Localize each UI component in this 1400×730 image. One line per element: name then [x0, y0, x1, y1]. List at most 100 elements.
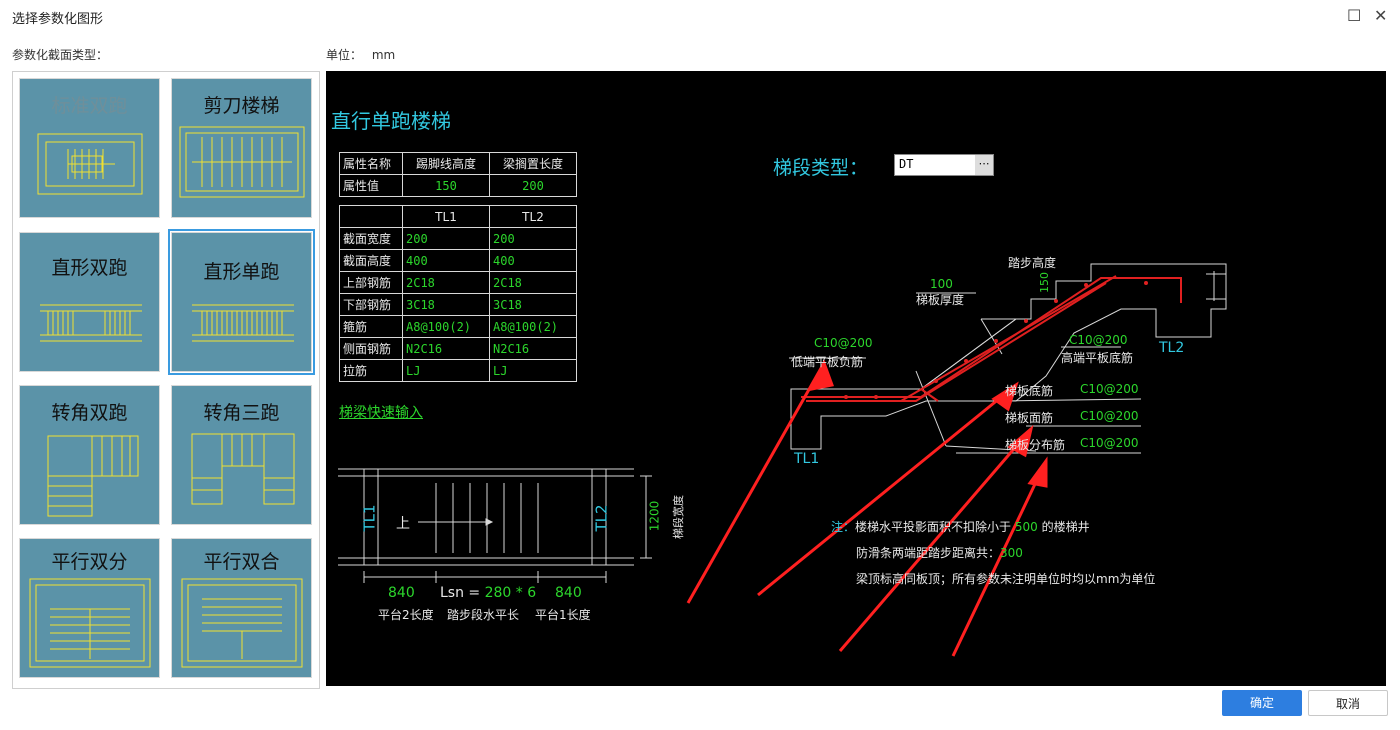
parallel-merge-icon — [181, 578, 303, 668]
note-prefix: 注： — [831, 520, 856, 534]
tile-straight-single-run[interactable]: 直形单跑 — [168, 229, 315, 375]
plan-label-right: 平台1长度 — [535, 608, 591, 622]
beam-cell-tl2[interactable]: 3C18 — [489, 293, 577, 316]
high-rebar-label: 高端平板底筋 — [1061, 351, 1134, 365]
shape-gallery: 标准双跑 剪刀楼梯 直形双跑 直形单跑 转角双跑 转角三跑 平行双分 平行双合 — [12, 71, 320, 689]
attr-table: 属性名称 踢脚线高度 梁搁置长度 属性值 150 200 — [339, 152, 577, 197]
close-icon[interactable]: ✕ — [1374, 6, 1387, 25]
attr-header-name: 属性名称 — [339, 152, 403, 175]
maximize-icon[interactable]: ☐ — [1347, 6, 1361, 25]
note-line1-b: 的楼梯井 — [1041, 520, 1090, 534]
beam-row-label: 侧面钢筋 — [339, 337, 403, 360]
ellipsis-icon[interactable]: ⋯ — [975, 155, 993, 175]
plan-width-value[interactable]: 1200 — [647, 501, 661, 532]
note-line2-value[interactable]: 300 — [1000, 546, 1023, 560]
thickness-label: 梯板厚度 — [916, 293, 965, 307]
attr-header-beam: 梁搁置长度 — [489, 152, 577, 175]
plan-label-mid: 踏步段水平长 — [447, 608, 520, 622]
window-title: 选择参数化图形 — [12, 12, 104, 27]
plan-dim-right[interactable]: 840 — [555, 585, 582, 601]
straight-single-run-icon — [192, 304, 294, 342]
beam-row-label: 拉筋 — [339, 359, 403, 382]
corner-double-run-icon — [47, 435, 139, 517]
cancel-button[interactable]: 取消 — [1308, 690, 1388, 716]
dist-bar-value[interactable]: C10@200 — [1080, 436, 1139, 450]
tile-parallel-split[interactable]: 平行双分 — [19, 538, 160, 678]
plan-dim-left[interactable]: 840 — [388, 585, 415, 601]
tile-corner-triple-run[interactable]: 转角三跑 — [171, 385, 312, 525]
beam-cell-tl2[interactable]: LJ — [489, 359, 577, 382]
tile-corner-double-run[interactable]: 转角双跑 — [19, 385, 160, 525]
dist-bar-label: 梯板分布筋 — [1005, 438, 1066, 452]
low-rebar-value[interactable]: C10@200 — [814, 336, 873, 350]
step-height-value[interactable]: 150 — [1038, 272, 1051, 293]
tile-standard-double-run[interactable]: 标准双跑 — [19, 78, 160, 218]
plan-dim-mid-prefix: Lsn = — [440, 585, 481, 601]
unit-value: mm — [371, 48, 396, 62]
section-type-label: 参数化截面类型： — [12, 48, 109, 62]
tile-straight-double-run[interactable]: 直形双跑 — [19, 232, 160, 372]
note-line1-value[interactable]: 500 — [1015, 520, 1038, 534]
beam-row-label: 箍筋 — [339, 315, 403, 338]
plan-width-label: 梯段宽度 — [672, 495, 685, 539]
plan-dim-mid-value[interactable]: 280 * 6 — [485, 585, 537, 601]
plan-label-left: 平台2长度 — [378, 608, 434, 622]
tile-scissor-stair[interactable]: 剪刀楼梯 — [171, 78, 312, 218]
segment-type-select[interactable]: DT ⋯ — [894, 154, 994, 176]
note-line1-a: 楼梯水平投影面积不扣除小于 — [855, 520, 1012, 534]
note-line-3: 梁顶标高同板顶；所有参数未注明单位时均以mm为单位 — [856, 572, 1156, 586]
beam-header-tl2: TL2 — [489, 205, 577, 228]
beam-cell-tl1[interactable]: LJ — [402, 359, 490, 382]
beam-header-empty — [339, 205, 403, 228]
thickness-value[interactable]: 100 — [930, 277, 953, 291]
unit-label: 单位： mm — [326, 46, 395, 63]
beam-cell-tl1[interactable]: 3C18 — [402, 293, 490, 316]
high-rebar-value[interactable]: C10@200 — [1069, 333, 1128, 347]
plan-dim-mid: Lsn = 280 * 6 — [440, 585, 536, 601]
attr-kick-value[interactable]: 150 — [402, 174, 490, 197]
tile-parallel-merge[interactable]: 平行双合 — [171, 538, 312, 678]
top-bar-value[interactable]: C10@200 — [1080, 409, 1139, 423]
bottom-bar-label: 梯板底筋 — [1005, 384, 1054, 398]
beam-row-label: 上部钢筋 — [339, 271, 403, 294]
annotation-arrows — [686, 359, 1048, 657]
drawing-preview: 直行单跑楼梯 属性名称 踢脚线高度 梁搁置长度 属性值 150 200 TL1 … — [326, 71, 1386, 686]
section-tl2-label: TL2 — [1159, 340, 1185, 356]
attr-row-label: 属性值 — [339, 174, 403, 197]
section-tl1-label: TL1 — [794, 451, 820, 467]
beam-cell-tl1[interactable]: 2C18 — [402, 271, 490, 294]
beam-cell-tl1[interactable]: 400 — [402, 249, 490, 272]
bottom-bar-value[interactable]: C10@200 — [1080, 382, 1139, 396]
beam-cell-tl1[interactable]: N2C16 — [402, 337, 490, 360]
beam-cell-tl2[interactable]: 2C18 — [489, 271, 577, 294]
beam-cell-tl1[interactable]: 200 — [402, 227, 490, 250]
low-rebar-label: 低端平板负筋 — [791, 355, 864, 369]
unit-label-text: 单位： — [326, 48, 363, 62]
segment-type-label: 梯段类型： — [773, 157, 869, 179]
parallel-split-icon — [29, 578, 151, 668]
note-line2-a: 防滑条两端距踏步距离共： — [856, 546, 1001, 560]
beam-quick-input-link[interactable]: 梯梁快速输入 — [339, 402, 423, 422]
ok-button[interactable]: 确定 — [1222, 690, 1302, 716]
beam-header-tl1: TL1 — [402, 205, 490, 228]
plan-tl1-label: TL1 — [360, 504, 379, 532]
note-line-1: 注：楼梯水平投影面积不扣除小于 500 的楼梯井 — [831, 518, 1090, 535]
beam-table: TL1 TL2 截面宽度 200 200 截面高度 400 400 上部钢筋 2… — [339, 205, 577, 382]
step-height-label: 踏步高度 — [1008, 256, 1057, 270]
attr-beam-value[interactable]: 200 — [489, 174, 577, 197]
plan-up-label: 上 — [396, 516, 410, 532]
beam-cell-tl2[interactable]: 200 — [489, 227, 577, 250]
beam-row-label: 下部钢筋 — [339, 293, 403, 316]
corner-triple-run-icon — [191, 433, 295, 505]
drawing-title: 直行单跑楼梯 — [331, 109, 451, 133]
beam-cell-tl2[interactable]: 400 — [489, 249, 577, 272]
beam-cell-tl1[interactable]: A8@100(2) — [402, 315, 490, 338]
beam-cell-tl2[interactable]: N2C16 — [489, 337, 577, 360]
beam-cell-tl2[interactable]: A8@100(2) — [489, 315, 577, 338]
beam-row-label: 截面高度 — [339, 249, 403, 272]
straight-double-run-icon — [40, 304, 142, 342]
segment-type-value: DT — [899, 157, 914, 171]
beam-row-label: 截面宽度 — [339, 227, 403, 250]
scissor-stair-icon — [179, 126, 305, 198]
standard-double-run-icon — [37, 133, 143, 195]
